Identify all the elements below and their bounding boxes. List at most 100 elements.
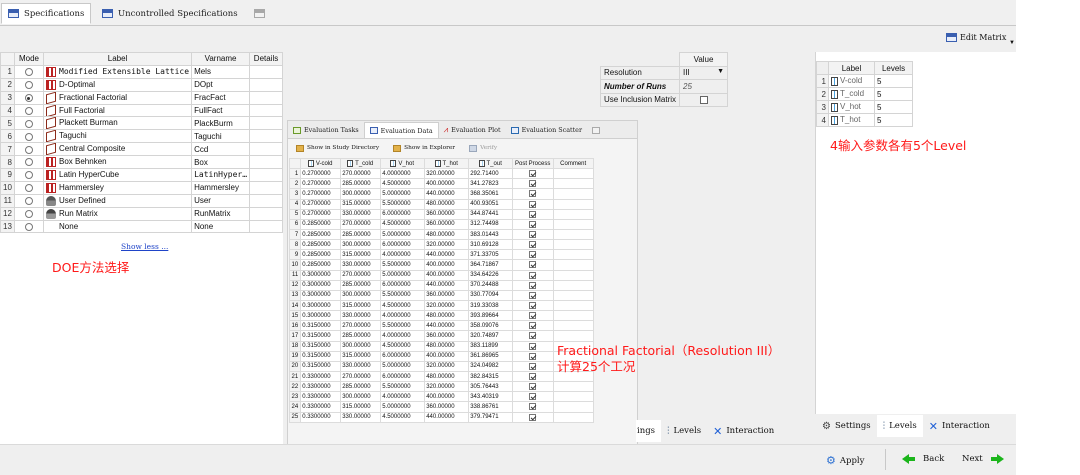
eval-cell[interactable]: 364.71867 bbox=[467, 259, 513, 271]
mode-radio[interactable] bbox=[24, 68, 33, 77]
eval-cell[interactable]: 0.3150000 bbox=[299, 320, 341, 332]
tab-evaluation-scatter[interactable]: Evaluation Scatter bbox=[506, 122, 587, 138]
comment-cell[interactable] bbox=[552, 259, 594, 271]
eval-cell[interactable]: 300.00000 bbox=[339, 340, 381, 352]
eval-cell[interactable]: 6.0000000 bbox=[379, 279, 425, 291]
eval-cell[interactable]: 5.0000000 bbox=[379, 228, 425, 241]
levels-row[interactable]: 4 T_hot 5 bbox=[816, 113, 913, 127]
eval-col-header[interactable]: V-cold bbox=[299, 157, 341, 170]
tab-interaction[interactable]: ✕ Interaction bbox=[923, 415, 996, 437]
eval-cell[interactable]: 371.33705 bbox=[467, 249, 513, 261]
comment-cell[interactable] bbox=[552, 208, 594, 220]
comment-cell[interactable] bbox=[552, 228, 594, 241]
eval-cell[interactable]: 319.33038 bbox=[467, 299, 513, 312]
eval-cell[interactable]: 320.00000 bbox=[423, 168, 469, 180]
eval-row[interactable]: 9 0.2850000 315.00000 4.0000000 440.00000 371… bbox=[289, 249, 594, 261]
resolution-select[interactable]: III ▼ bbox=[679, 65, 728, 80]
eval-cell[interactable]: 5.0000000 bbox=[379, 269, 425, 281]
eval-cell[interactable]: 320.00000 bbox=[423, 360, 469, 372]
eval-col-header[interactable]: T_hot bbox=[423, 157, 469, 170]
eval-cell[interactable]: 0.3150000 bbox=[299, 360, 341, 372]
mode-radio[interactable] bbox=[24, 158, 33, 167]
eval-cell[interactable]: 285.00000 bbox=[339, 381, 381, 393]
eval-cell[interactable]: 4.0000000 bbox=[379, 310, 425, 322]
post-process-checkbox[interactable] bbox=[529, 241, 537, 249]
eval-row[interactable]: 2 0.2700000 285.00000 4.5000000 400.00000 341… bbox=[289, 178, 594, 190]
show-in-study-directory-button[interactable]: Show in Study Directory bbox=[296, 144, 379, 152]
eval-cell[interactable]: 360.00000 bbox=[423, 208, 469, 220]
eval-row[interactable]: 4 0.2700000 315.00000 5.5000000 480.00000 400… bbox=[289, 198, 594, 210]
next-button[interactable]: Next bbox=[962, 454, 1004, 464]
doe-row[interactable]: 6 Taguchi Taguchi bbox=[0, 129, 283, 144]
eval-row[interactable]: 20 0.3150000 330.00000 5.0000000 320.00000 32… bbox=[289, 360, 594, 372]
eval-cell[interactable]: 400.93051 bbox=[467, 198, 513, 210]
post-process-checkbox[interactable] bbox=[529, 302, 537, 309]
post-process-checkbox[interactable] bbox=[529, 393, 537, 401]
tab-levels[interactable]: ⫶ Levels bbox=[876, 415, 923, 437]
post-process-checkbox[interactable] bbox=[529, 281, 537, 289]
eval-cell[interactable]: 400.00000 bbox=[423, 259, 469, 271]
eval-row[interactable]: 11 0.3000000 270.00000 5.0000000 400.00000 33… bbox=[289, 269, 594, 281]
eval-cell[interactable]: 5.0000000 bbox=[379, 188, 425, 200]
comment-cell[interactable] bbox=[552, 310, 594, 322]
eval-col-header[interactable]: T_cold bbox=[339, 157, 381, 170]
eval-cell[interactable]: 0.3300000 bbox=[299, 391, 341, 403]
eval-cell[interactable]: 480.00000 bbox=[423, 228, 469, 241]
eval-cell[interactable]: 480.00000 bbox=[423, 370, 469, 383]
eval-cell[interactable]: 285.00000 bbox=[339, 228, 381, 241]
eval-cell[interactable]: 4.5000000 bbox=[379, 340, 425, 352]
eval-cell[interactable]: 0.3150000 bbox=[299, 340, 341, 352]
tab-specifications[interactable]: Specifications bbox=[1, 3, 92, 24]
eval-cell[interactable]: 358.09076 bbox=[467, 320, 513, 332]
eval-cell[interactable]: 360.00000 bbox=[423, 401, 469, 413]
eval-cell[interactable]: 5.5000000 bbox=[379, 259, 425, 271]
post-process-checkbox[interactable] bbox=[529, 372, 537, 380]
eval-cell[interactable]: 320.00000 bbox=[423, 381, 469, 393]
post-process-checkbox[interactable] bbox=[529, 251, 537, 259]
eval-col-header[interactable]: T_out bbox=[467, 157, 513, 170]
eval-cell[interactable]: 440.00000 bbox=[423, 320, 469, 332]
mode-radio[interactable] bbox=[24, 197, 33, 206]
eval-cell[interactable]: 4.0000000 bbox=[379, 391, 425, 403]
levels-row[interactable]: 3 V_hot 5 bbox=[816, 100, 913, 114]
eval-cell[interactable]: 0.3000000 bbox=[299, 279, 341, 291]
comment-cell[interactable] bbox=[552, 320, 594, 332]
comment-cell[interactable] bbox=[552, 289, 594, 301]
eval-cell[interactable]: 5.0000000 bbox=[379, 360, 425, 372]
eval-cell[interactable]: 0.2850000 bbox=[299, 218, 341, 230]
eval-cell[interactable]: 0.3150000 bbox=[299, 350, 341, 362]
doe-row[interactable]: 4 Full Factorial FullFact bbox=[0, 103, 283, 118]
post-process-checkbox[interactable] bbox=[529, 261, 537, 269]
eval-cell[interactable]: 344.87441 bbox=[467, 208, 513, 220]
doe-row[interactable]: 5 Plackett Burman PlackBurm bbox=[0, 116, 283, 131]
tab-interaction-middle[interactable]: ✕ Interaction bbox=[707, 420, 780, 442]
eval-cell[interactable]: 312.74498 bbox=[467, 218, 513, 230]
tab-uncontrolled-specifications[interactable]: Uncontrolled Specifications bbox=[96, 3, 244, 24]
eval-cell[interactable]: 5.5000000 bbox=[379, 198, 425, 210]
post-process-checkbox[interactable] bbox=[529, 190, 537, 198]
eval-col-header[interactable]: Comment bbox=[552, 157, 594, 170]
post-process-checkbox[interactable] bbox=[529, 312, 537, 320]
eval-row[interactable]: 3 0.2700000 300.00000 5.0000000 440.00000 368… bbox=[289, 188, 594, 200]
eval-row[interactable]: 19 0.3150000 315.00000 6.0000000 400.00000 36… bbox=[289, 350, 594, 362]
tab-evaluation-tasks[interactable]: Evaluation Tasks bbox=[288, 122, 364, 138]
eval-cell[interactable]: 480.00000 bbox=[423, 198, 469, 210]
mode-radio[interactable] bbox=[24, 81, 33, 90]
post-process-checkbox[interactable] bbox=[529, 322, 537, 330]
eval-row[interactable]: 12 0.3000000 285.00000 6.0000000 440.00000 37… bbox=[289, 279, 594, 291]
eval-cell[interactable]: 5.5000000 bbox=[379, 320, 425, 332]
inclusion-matrix-checkbox[interactable] bbox=[699, 96, 708, 105]
eval-cell[interactable]: 270.00000 bbox=[339, 370, 381, 383]
comment-cell[interactable] bbox=[552, 198, 594, 210]
eval-row[interactable]: 21 0.3300000 270.00000 6.0000000 480.00000 38… bbox=[289, 370, 594, 383]
levels-value[interactable]: 5 bbox=[874, 100, 913, 114]
eval-cell[interactable]: 285.00000 bbox=[339, 279, 381, 291]
post-process-checkbox[interactable] bbox=[529, 271, 537, 279]
eval-cell[interactable]: 5.5000000 bbox=[379, 289, 425, 301]
edit-matrix-button[interactable]: Edit Matrix bbox=[946, 33, 1006, 42]
show-in-explorer-button[interactable]: Show in Explorer bbox=[393, 144, 455, 152]
eval-cell[interactable]: 330.00000 bbox=[339, 360, 381, 372]
eval-cell[interactable]: 383.11899 bbox=[467, 340, 513, 352]
eval-cell[interactable]: 382.84315 bbox=[467, 370, 513, 383]
eval-cell[interactable]: 379.79471 bbox=[467, 411, 513, 423]
